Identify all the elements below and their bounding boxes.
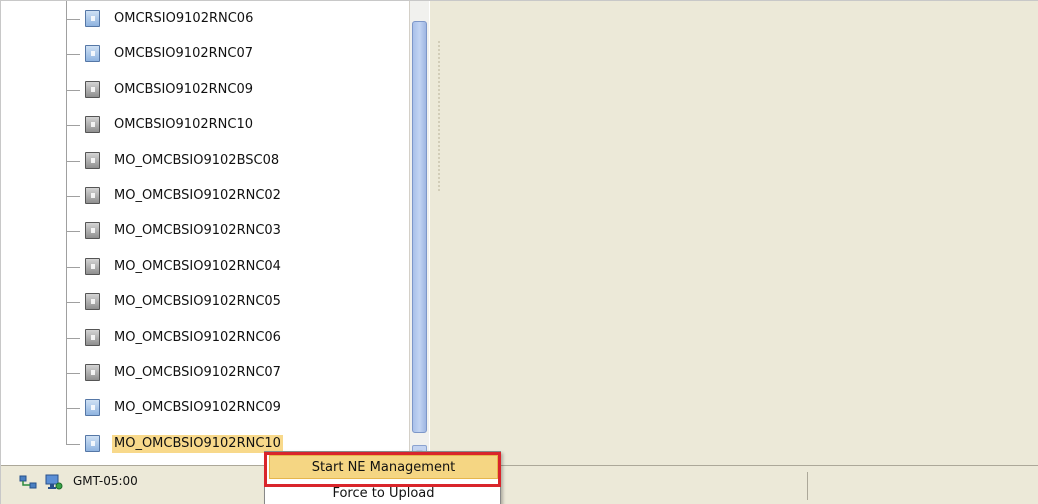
- tree-item-label[interactable]: MO_OMCBSIO9102RNC06: [112, 329, 283, 347]
- tree-item-label[interactable]: MO_OMCBSIO9102RNC04: [112, 258, 283, 276]
- tree-scrollbar[interactable]: ▼: [409, 1, 429, 465]
- ne-node-icon: [85, 187, 100, 204]
- tree-connector-line: [66, 101, 67, 138]
- tree-branch-line: [66, 54, 80, 56]
- tree-item-label[interactable]: MO_OMCBSIO9102RNC02: [112, 187, 283, 205]
- tree-item-label[interactable]: OMCRSIO9102RNC06: [112, 10, 255, 28]
- tree-item-label[interactable]: MO_OMCBSIO9102RNC03: [112, 222, 283, 240]
- monitor-connection-icon[interactable]: [45, 473, 63, 491]
- tree-connector-line: [66, 172, 67, 208]
- application-window: OMCRSIO9102RNC06 OMCBSIO9102RNC07 OMCBSIO9…: [0, 0, 1038, 504]
- tree-connector-line: [66, 419, 67, 444]
- tree-branch-line: [66, 125, 80, 127]
- status-bar: GMT-05:00: [1, 465, 1038, 504]
- tree-branch-line: [66, 337, 80, 339]
- timezone-label: GMT-05:00: [73, 474, 138, 488]
- tree-connector-line: [66, 384, 67, 421]
- ne-node-icon: [85, 434, 100, 452]
- tree-connector-line: [66, 1, 67, 33]
- ne-node-icon: [85, 328, 100, 346]
- tree-connector-line: [66, 136, 67, 173]
- tree-branch-line: [66, 443, 80, 445]
- tree-branch-line: [66, 302, 80, 304]
- tree-branch-line: [66, 408, 80, 410]
- ne-node-icon: [85, 257, 100, 275]
- tree-row[interactable]: MO_OMCBSIO9102RNC06: [9, 313, 409, 350]
- tree-connector-line: [66, 349, 67, 385]
- ne-tree-list: OMCRSIO9102RNC06 OMCBSIO9102RNC07 OMCBSIO9…: [9, 1, 409, 465]
- tree-item-label[interactable]: OMCBSIO9102RNC07: [112, 45, 255, 63]
- tree-row[interactable]: OMCBSIO9102RNC09: [9, 65, 409, 102]
- ne-node-icon: [85, 222, 100, 240]
- status-divider: [807, 472, 808, 500]
- tree-row[interactable]: OMCBSIO9102RNC07: [9, 30, 409, 67]
- tree-branch-line: [66, 231, 80, 233]
- ne-node-icon: [85, 364, 100, 381]
- ne-node-icon: [85, 116, 100, 134]
- tree-item-label[interactable]: MO_OMCBSIO9102RNC07: [112, 364, 283, 382]
- tree-item-label[interactable]: MO_OMCBSIO9102BSC08: [112, 152, 281, 170]
- tree-row[interactable]: MO_OMCBSIO9102RNC02: [9, 172, 409, 208]
- tree-item-label[interactable]: MO_OMCBSIO9102RNC10: [112, 434, 283, 453]
- network-topology-icon[interactable]: [19, 475, 37, 489]
- panel-splitter-handle[interactable]: [438, 41, 442, 191]
- tree-row[interactable]: MO_OMCBSIO9102RNC04: [9, 242, 409, 279]
- tree-row[interactable]: OMCRSIO9102RNC06: [9, 1, 409, 33]
- tree-connector-line: [66, 207, 67, 244]
- ne-node-icon: [85, 399, 100, 417]
- ne-tree-panel: OMCRSIO9102RNC06 OMCBSIO9102RNC07 OMCBSIO9…: [9, 1, 429, 465]
- tree-connector-line: [66, 313, 67, 350]
- tree-item-label[interactable]: MO_OMCBSIO9102RNC09: [112, 399, 283, 417]
- tree-row[interactable]: OMCBSIO9102RNC10: [9, 101, 409, 138]
- tree-connector-line: [66, 65, 67, 102]
- ne-node-icon: [85, 80, 100, 98]
- tree-branch-line: [66, 266, 80, 268]
- tree-branch-line: [66, 160, 80, 162]
- tree-row[interactable]: MO_OMCBSIO9102RNC03: [9, 207, 409, 244]
- content-area: [430, 1, 1038, 465]
- tree-connector-line: [66, 278, 67, 315]
- tree-connector-line: [66, 30, 67, 67]
- ne-node-icon: [85, 293, 100, 311]
- tree-item-label[interactable]: OMCBSIO9102RNC10: [112, 116, 255, 134]
- ne-node-icon: [85, 151, 100, 169]
- tree-branch-line: [66, 196, 80, 197]
- tree-row[interactable]: MO_OMCBSIO9102RNC05: [9, 278, 409, 315]
- tree-connector-line: [66, 242, 67, 279]
- tree-branch-line: [66, 89, 80, 91]
- scrollbar-thumb[interactable]: [412, 21, 427, 433]
- ne-node-icon: [85, 45, 100, 63]
- ne-node-icon: [85, 10, 100, 27]
- tree-branch-line: [66, 19, 80, 20]
- tree-item-label[interactable]: MO_OMCBSIO9102RNC05: [112, 293, 283, 311]
- tree-item-label[interactable]: OMCBSIO9102RNC09: [112, 81, 255, 99]
- annotation-highlight-box: [264, 452, 501, 487]
- tree-branch-line: [66, 373, 80, 374]
- tree-row[interactable]: MO_OMCBSIO9102BSC08: [9, 136, 409, 173]
- tree-row[interactable]: MO_OMCBSIO9102RNC07: [9, 349, 409, 385]
- tree-row[interactable]: MO_OMCBSIO9102RNC09: [9, 384, 409, 421]
